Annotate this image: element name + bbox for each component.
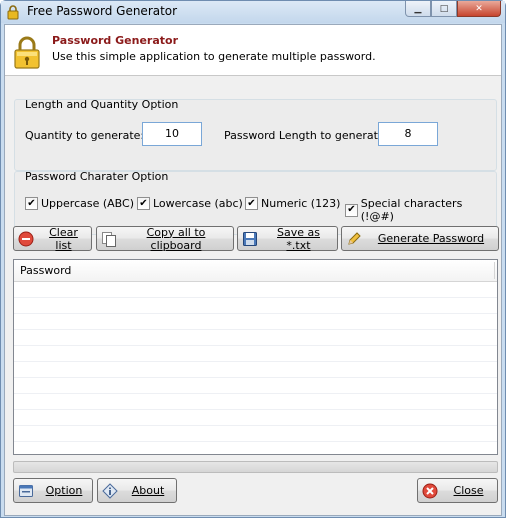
check-icon: ✔ [25,197,38,210]
minimize-icon: ▁ [414,3,422,14]
list-row [14,410,497,426]
no-entry-icon [18,231,34,246]
quantity-input[interactable]: 10 [142,122,202,146]
generate-password-button[interactable]: Generate Password [341,226,499,251]
pencil-icon [348,231,361,245]
checkbox-label: Uppercase (ABC) [41,197,134,210]
close-icon: ✕ [475,3,483,14]
list-row [14,346,497,362]
maximize-button[interactable]: □ [431,1,457,17]
button-label: Option [45,484,83,497]
lock-icon [7,5,19,20]
numeric-checkbox[interactable]: ✔ Numeric (123) [245,197,340,210]
copy-all-button[interactable]: Copy all to clipboard [96,225,234,252]
header-title: Password Generator [52,34,179,47]
save-txt-button[interactable]: Save as *.txt [237,225,338,252]
group-title: Password Charater Option [25,170,169,183]
header-subtitle: Use this simple application to generate … [52,50,376,63]
option-button[interactable]: Option [13,478,93,503]
check-icon: ✔ [137,197,150,210]
window-controls: ▁ □ ✕ [405,1,501,17]
list-row [14,442,497,454]
quantity-label: Quantity to generate: [25,129,145,142]
save-icon [243,231,257,246]
list-row [14,426,497,442]
lowercase-checkbox[interactable]: ✔ Lowercase (abc) [137,197,243,210]
maximize-icon: □ [439,3,449,14]
list-row [14,362,497,378]
list-row [14,298,497,314]
group-title: Length and Quantity Option [25,98,179,111]
button-label: About [131,484,165,497]
uppercase-checkbox[interactable]: ✔ Uppercase (ABC) [25,197,134,210]
app-window: Free Password Generator ▁ □ ✕ Password G… [0,0,506,518]
checkbox-label: Special characters (!@#) [360,197,463,223]
password-column-header[interactable]: Password [14,260,497,282]
about-button[interactable]: About [97,478,177,503]
header-panel: Password Generator Use this simple appli… [5,25,501,76]
close-icon [422,483,438,498]
check-icon: ✔ [345,203,358,217]
list-row [14,378,497,394]
list-row [14,282,497,298]
client-area: Password Generator Use this simple appli… [4,24,502,516]
button-label: Save as *.txt [277,225,320,252]
title-bar[interactable]: Free Password Generator ▁ □ ✕ [1,1,505,23]
button-label: Close [453,484,484,497]
button-label: Clear list [49,225,78,252]
special-checkbox[interactable]: ✔ Special characters (!@#) [345,197,496,223]
button-label: Copy all to clipboard [146,225,206,252]
info-icon [102,482,118,499]
password-list[interactable]: Password [13,259,498,455]
length-input[interactable]: 8 [378,122,438,146]
lock-icon [14,36,40,69]
close-window-button[interactable]: ✕ [457,1,501,17]
length-quantity-group: Length and Quantity Option Quantity to g… [14,98,497,171]
minimize-button[interactable]: ▁ [405,1,431,17]
list-row [14,394,497,410]
copy-icon [102,231,116,247]
checkbox-label: Lowercase (abc) [153,197,243,210]
button-label: Generate Password [377,232,485,245]
length-label: Password Length to generate: [224,129,389,142]
settings-icon [19,484,33,497]
checkbox-label: Numeric (123) [261,197,341,210]
list-row [14,314,497,330]
close-button[interactable]: Close [417,478,498,503]
list-row [14,330,497,346]
clear-list-button[interactable]: Clear list [13,225,92,252]
check-icon: ✔ [245,197,258,210]
window-title: Free Password Generator [27,4,178,18]
progress-bar [13,461,498,473]
